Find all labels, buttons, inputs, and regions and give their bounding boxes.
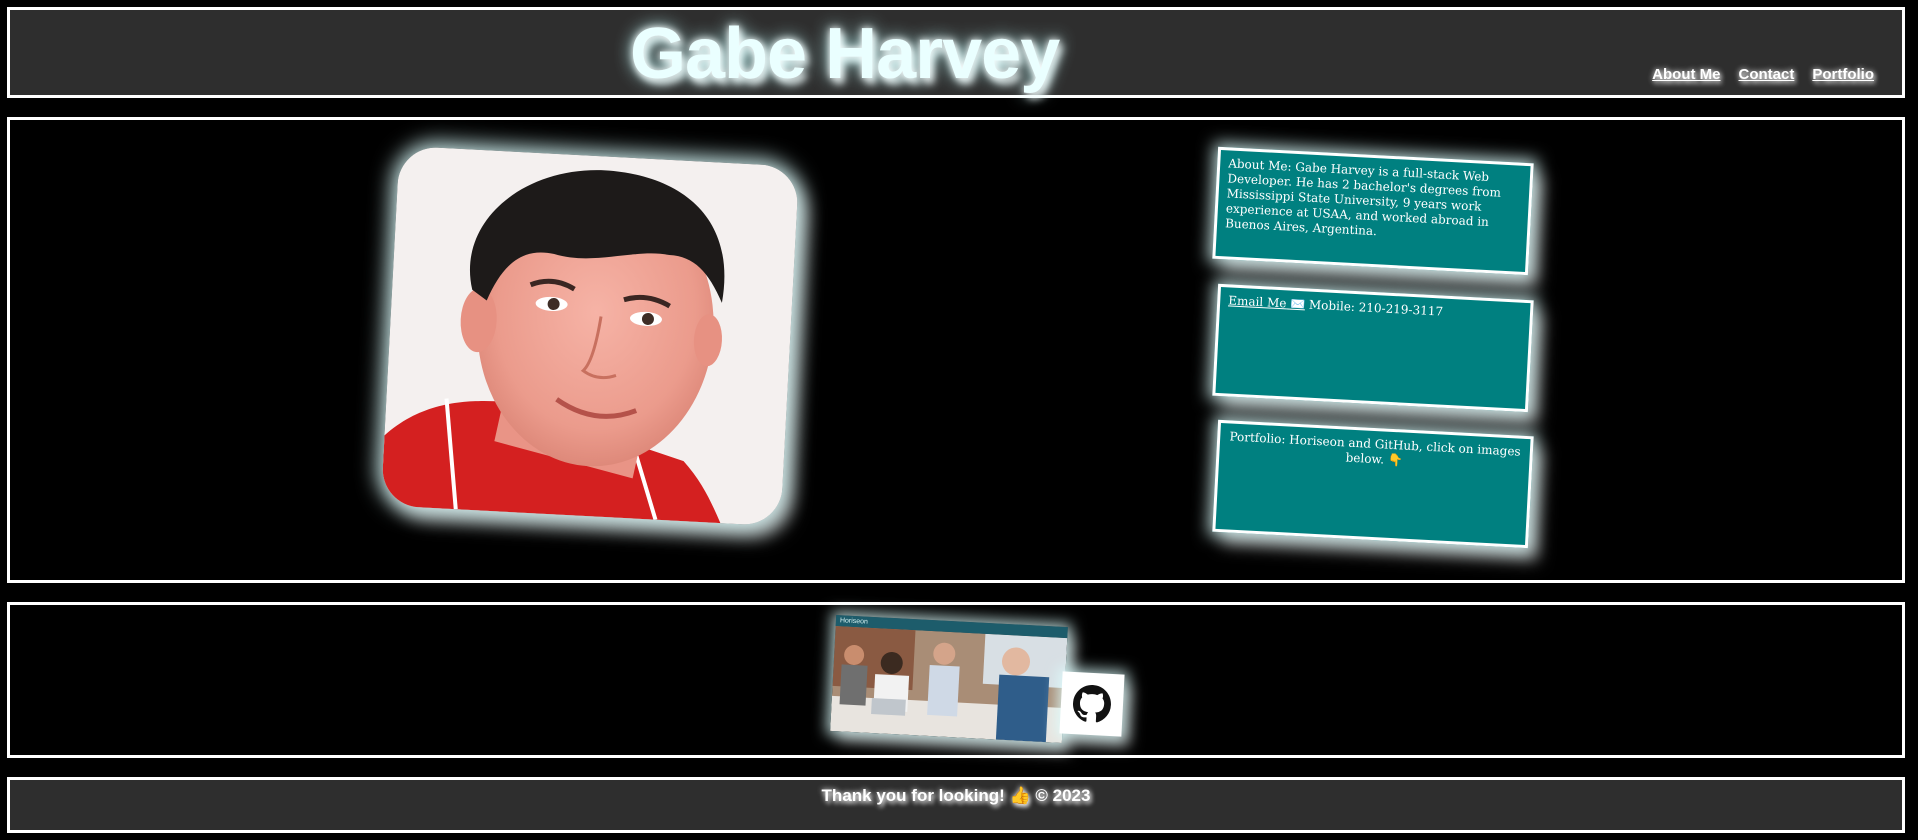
profile-photo <box>380 145 800 527</box>
main-section: About Me: Gabe Harvey is a full-stack We… <box>7 117 1905 583</box>
portfolio-images-section: Horiseon <box>7 602 1905 758</box>
site-title: Gabe Harvey <box>630 14 1060 94</box>
github-project-image[interactable] <box>1059 671 1125 737</box>
site-header: Gabe Harvey About Me Contact Portfolio <box>7 7 1905 98</box>
email-me-link[interactable]: Email Me ✉️ <box>1228 293 1306 311</box>
team-meeting-photo <box>830 625 1068 743</box>
horiseon-project-image[interactable]: Horiseon <box>830 615 1068 743</box>
main-nav: About Me Contact Portfolio <box>1652 66 1874 83</box>
nav-link-about-me[interactable]: About Me <box>1652 66 1720 83</box>
about-me-card: About Me: Gabe Harvey is a full-stack We… <box>1212 146 1534 276</box>
contact-card: Email Me ✉️ Mobile: 210-219-3117 <box>1212 283 1534 413</box>
mobile-number: Mobile: 210-219-3117 <box>1308 297 1444 319</box>
footer-text: Thank you for looking! 👍 © 2023 <box>821 786 1091 805</box>
portfolio-text: Portfolio: Horiseon and GitHub, click on… <box>1229 429 1522 468</box>
site-footer: Thank you for looking! 👍 © 2023 <box>7 777 1905 833</box>
github-icon <box>1073 685 1111 723</box>
envelope-icon: ✉️ <box>1289 296 1306 312</box>
nav-link-contact[interactable]: Contact <box>1739 66 1795 83</box>
portfolio-card: Portfolio: Horiseon and GitHub, click on… <box>1212 419 1534 549</box>
profile-photo-illustration <box>380 145 800 527</box>
about-me-text: About Me: Gabe Harvey is a full-stack We… <box>1224 156 1502 239</box>
nav-link-portfolio[interactable]: Portfolio <box>1812 66 1874 83</box>
